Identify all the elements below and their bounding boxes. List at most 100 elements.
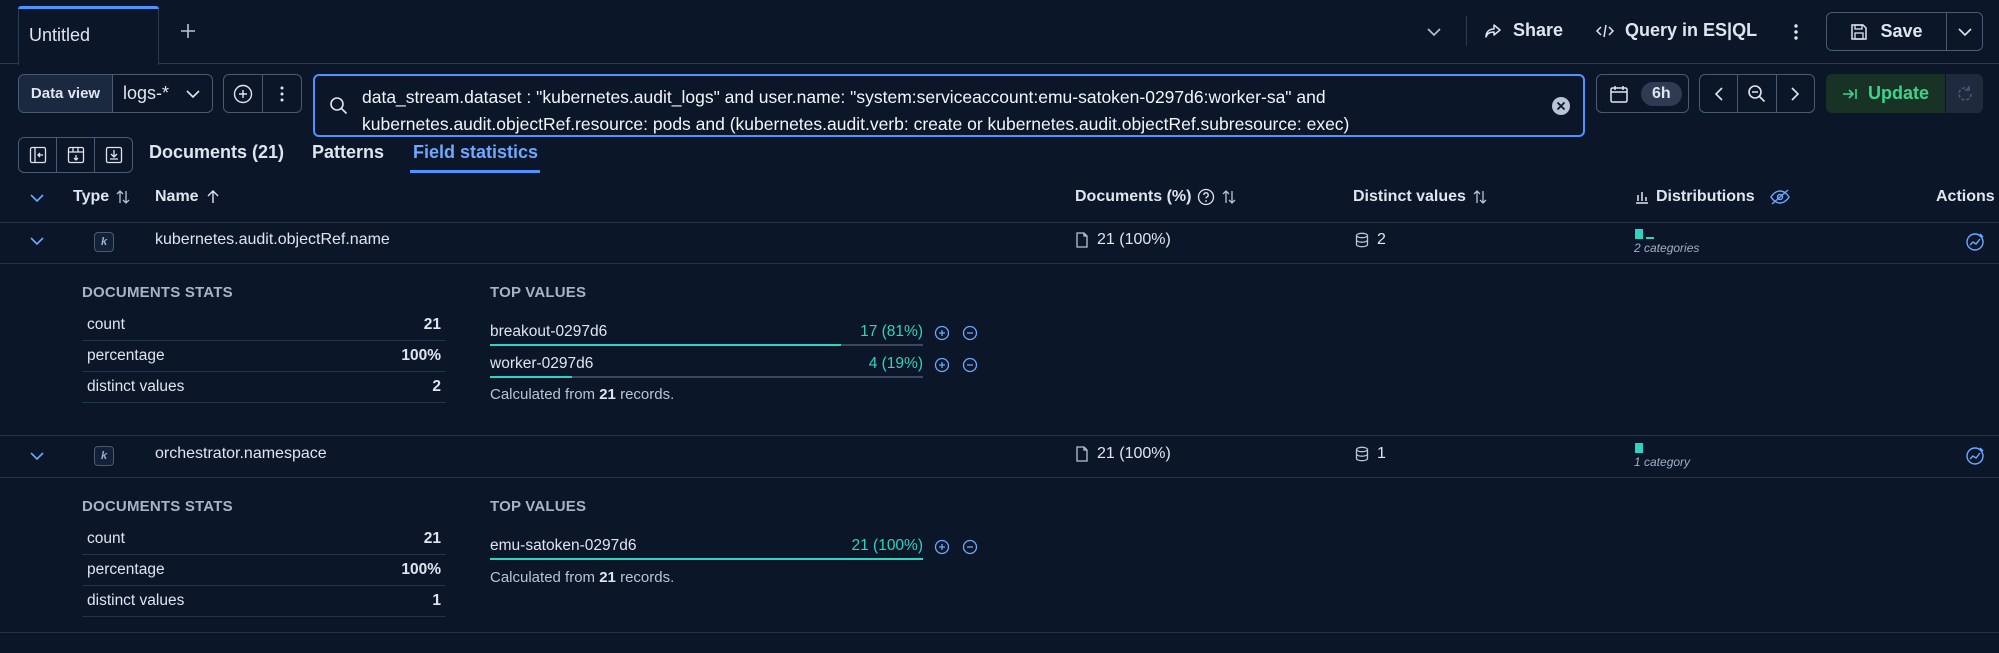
sort-icon xyxy=(116,190,130,204)
stat-value: 21 xyxy=(423,530,441,547)
download-icon xyxy=(105,146,122,164)
clear-query-icon[interactable] xyxy=(1551,96,1571,116)
stat-value: 100% xyxy=(401,347,441,364)
minus-circle-icon[interactable] xyxy=(961,538,979,556)
previous-time-button[interactable] xyxy=(1700,75,1737,112)
query-input[interactable]: data_stream.dataset : "kubernetes.audit_… xyxy=(313,74,1585,137)
tab-patterns[interactable]: Patterns xyxy=(312,142,384,163)
grid-toolbar xyxy=(18,137,133,173)
save-options-button[interactable] xyxy=(1947,13,1982,50)
save-label: Save xyxy=(1880,21,1923,41)
plus-circle-icon xyxy=(233,84,253,103)
toggle-sidebar-button[interactable] xyxy=(19,138,56,172)
column-type-header[interactable]: Type xyxy=(73,188,131,206)
column-name-header[interactable]: Name xyxy=(155,188,221,206)
documents-value: 21 (100%) xyxy=(1097,231,1171,248)
top-values-title: TOP VALUES xyxy=(490,498,587,515)
stat-label: distinct values xyxy=(87,592,185,609)
column-actions-header: Actions xyxy=(1936,188,1995,205)
table-columns-button[interactable] xyxy=(56,138,94,172)
help-icon xyxy=(1198,188,1215,206)
share-button[interactable]: Share xyxy=(1483,20,1563,41)
distinct-header-label: Distinct values xyxy=(1353,188,1466,205)
calendar-icon xyxy=(1610,85,1628,103)
distribution-bar xyxy=(1635,443,1643,453)
row-divider xyxy=(0,477,1999,478)
top-value-row: worker-0297d6 4 (19%) xyxy=(490,355,923,378)
update-label: Update xyxy=(1867,83,1929,103)
collapse-row-icon[interactable] xyxy=(28,447,46,465)
top-value-label: worker-0297d6 xyxy=(490,355,594,372)
distinct-count: 1 xyxy=(1355,445,1386,463)
expand-all-icon[interactable] xyxy=(28,189,46,207)
save-button[interactable]: Save xyxy=(1827,13,1947,50)
save-button-group: Save xyxy=(1826,12,1983,51)
tab-documents[interactable]: Documents (21) xyxy=(149,142,284,163)
update-button-group: Update xyxy=(1826,74,1983,113)
documents-stats-title: DOCUMENTS STATS xyxy=(82,498,233,515)
add-filter-button[interactable] xyxy=(224,75,263,112)
tab-title: Untitled xyxy=(29,25,91,45)
minus-circle-icon[interactable] xyxy=(961,324,979,342)
plus-circle-icon[interactable] xyxy=(933,538,951,556)
stat-value: 2 xyxy=(432,378,441,395)
column-documents-header[interactable]: Documents (%) xyxy=(1075,188,1237,206)
bar-chart-icon xyxy=(1636,192,1648,204)
next-time-button[interactable] xyxy=(1775,75,1814,112)
top-value-bar xyxy=(490,558,923,560)
date-picker[interactable]: 6h xyxy=(1596,74,1689,113)
distribution-label: 2 categories xyxy=(1634,241,1700,255)
eye-closed-icon[interactable] xyxy=(1769,188,1791,206)
more-options-icon[interactable] xyxy=(1786,22,1806,42)
top-value-label: emu-satoken-0297d6 xyxy=(490,537,637,554)
stat-row: percentage 100% xyxy=(82,555,446,586)
type-header-label: Type xyxy=(73,188,110,205)
tab-field-statistics[interactable]: Field statistics xyxy=(413,142,538,163)
more-options-icon xyxy=(280,86,284,101)
visualize-icon[interactable] xyxy=(1964,445,1986,467)
add-tab-icon[interactable] xyxy=(178,21,198,41)
auto-refresh-button[interactable] xyxy=(1945,74,1983,113)
database-icon xyxy=(1355,232,1369,248)
chevron-right-icon xyxy=(1791,86,1800,101)
update-button[interactable]: Update xyxy=(1826,74,1945,113)
stat-row: percentage 100% xyxy=(82,341,446,372)
query-in-esql-button[interactable]: Query in ES|QL xyxy=(1595,20,1757,41)
column-distinct-header[interactable]: Distinct values xyxy=(1353,188,1488,206)
top-value-actions xyxy=(933,538,979,556)
stat-label: percentage xyxy=(87,347,165,364)
filter-menu-button[interactable] xyxy=(263,75,301,112)
plus-circle-icon[interactable] xyxy=(933,324,951,342)
chevron-down-icon[interactable] xyxy=(1424,22,1444,42)
data-view-picker[interactable]: Data view logs-* xyxy=(18,74,213,113)
type-keyword-icon: k xyxy=(94,446,114,466)
tab-untitled[interactable]: Untitled xyxy=(18,6,159,65)
sort-icon xyxy=(1473,190,1487,204)
minus-circle-icon[interactable] xyxy=(961,356,979,374)
chevron-left-icon xyxy=(1714,86,1723,101)
search-icon xyxy=(329,96,349,116)
download-button[interactable] xyxy=(94,138,132,172)
calculated-from-note: Calculated from 21 records. xyxy=(490,386,675,403)
tab-active-indicator xyxy=(18,6,159,9)
top-value-percent: 21 (100%) xyxy=(851,537,923,554)
stat-value: 1 xyxy=(432,592,441,609)
top-value-row: breakout-0297d6 17 (81%) xyxy=(490,323,923,346)
row-divider xyxy=(0,435,1999,436)
name-header-label: Name xyxy=(155,188,199,205)
sort-ascending-icon xyxy=(207,190,219,203)
top-value-percent: 17 (81%) xyxy=(860,323,923,340)
visualize-icon[interactable] xyxy=(1964,231,1986,253)
zoom-out-icon xyxy=(1748,84,1766,102)
distinct-value: 2 xyxy=(1377,231,1386,248)
query-text[interactable]: data_stream.dataset : "kubernetes.audit_… xyxy=(362,84,1512,138)
esql-label: Query in ES|QL xyxy=(1625,20,1758,40)
top-value-bar xyxy=(490,376,573,378)
collapse-row-icon[interactable] xyxy=(28,232,46,250)
plus-circle-icon[interactable] xyxy=(933,356,951,374)
refresh-arrow-icon xyxy=(1842,88,1857,99)
zoom-out-button[interactable] xyxy=(1737,75,1775,112)
data-view-value: logs-* xyxy=(123,83,170,103)
documents-stats-title: DOCUMENTS STATS xyxy=(82,284,233,301)
save-icon xyxy=(1851,23,1868,40)
